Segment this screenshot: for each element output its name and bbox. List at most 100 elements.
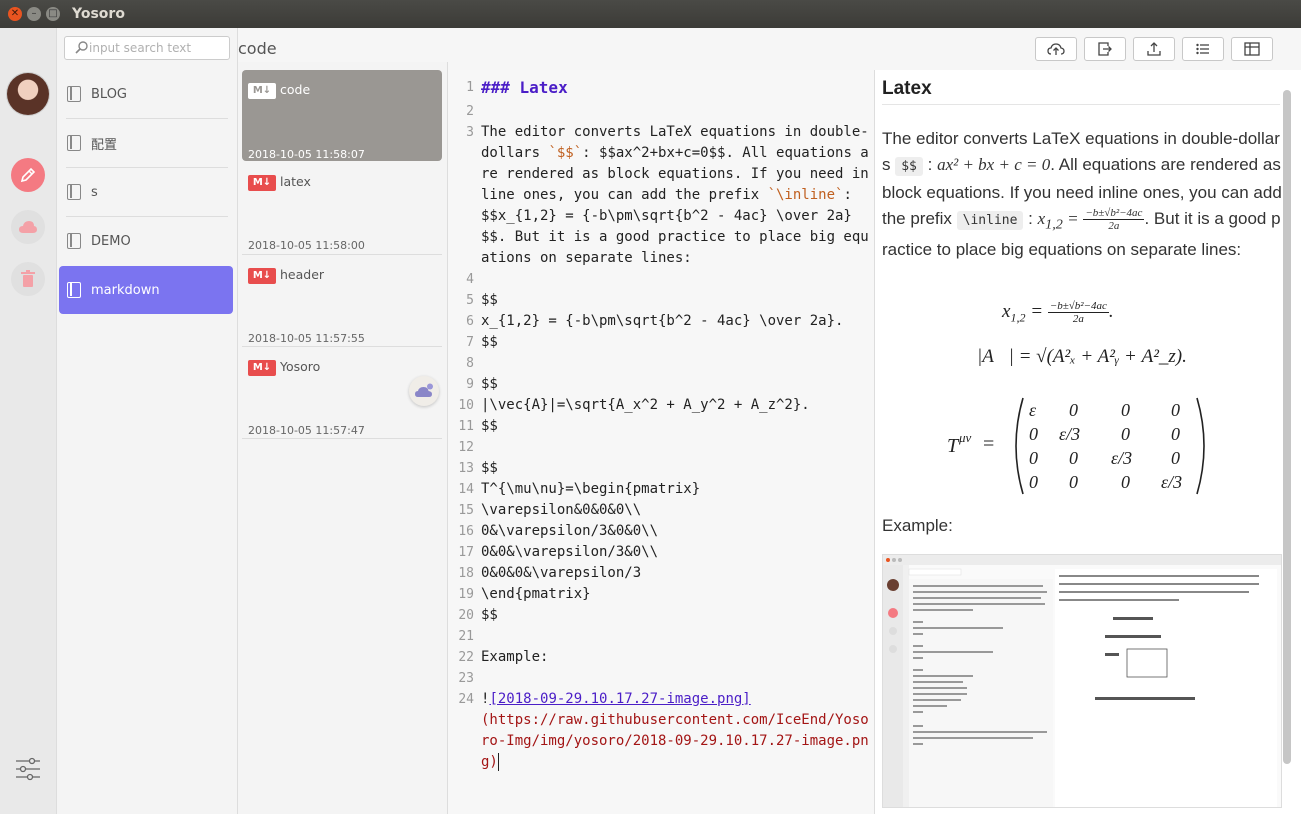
line-number: 16: [458, 524, 474, 539]
line-number: 20: [458, 608, 474, 623]
maximize-window-button[interactable]: □: [46, 7, 60, 21]
svg-text:0: 0: [1171, 424, 1180, 444]
trash-button[interactable]: [11, 262, 45, 296]
share-icon: [1147, 42, 1161, 56]
folder-item-demo[interactable]: DEMO: [59, 217, 233, 265]
cloud-button[interactable]: [11, 210, 45, 244]
svg-text:ε/3: ε/3: [1161, 472, 1182, 492]
line-number: 9: [466, 377, 474, 392]
markdown-editor[interactable]: 1 ### Latex 2 3 The editor converts LaTeX …: [448, 70, 875, 814]
line-number: 7: [466, 335, 474, 350]
line-number: 13: [458, 461, 474, 476]
list-icon: [1196, 43, 1209, 55]
line-number: 22: [458, 650, 474, 665]
line-number: 15: [458, 503, 474, 518]
note-title: latex: [280, 174, 311, 189]
search-box[interactable]: [64, 36, 231, 60]
markdown-icon: M↓: [248, 267, 276, 284]
share-button[interactable]: [1133, 37, 1175, 61]
code-line: $$: [481, 292, 498, 308]
avatar[interactable]: [7, 73, 49, 115]
example-screenshot-thumbnail: [883, 555, 1281, 807]
code-line: 0&\varepsilon/3&0&0\\: [481, 523, 659, 539]
svg-text:0: 0: [1121, 400, 1130, 420]
notebook-icon: [67, 184, 81, 200]
trash-icon: [21, 270, 35, 287]
svg-text:0: 0: [1029, 424, 1038, 444]
note-title: code: [280, 82, 311, 97]
equation-vector-norm: |A⃗| = √(A²ₓ + A²ᵧ + A²_z).: [977, 346, 1187, 367]
cloud-upload-icon: [1047, 43, 1065, 55]
code-line: $$: [481, 607, 498, 623]
line-number: 19: [458, 587, 474, 602]
note-date: 2018-10-05 11:57:47: [248, 424, 365, 437]
text-cursor: [497, 753, 499, 771]
folder-label: markdown: [91, 282, 160, 298]
note-item-header[interactable]: M↓ header 2018-10-05 11:57:55: [242, 255, 442, 346]
line-number: 1: [466, 80, 474, 95]
line-number: 8: [466, 356, 474, 371]
folder-label: BLOG: [91, 86, 128, 102]
note-item-latex[interactable]: M↓ latex 2018-10-05 11:58:00: [242, 162, 442, 254]
folder-item-markdown[interactable]: markdown: [59, 266, 233, 314]
notebook-icon: [67, 135, 81, 151]
folder-item-config[interactable]: 配置: [59, 119, 233, 167]
preview-heading: Latex: [882, 78, 932, 99]
window-title: Yosoro: [72, 6, 125, 22]
code-line: ### Latex: [481, 78, 568, 97]
minimize-window-button[interactable]: –: [27, 7, 41, 21]
folder-item-s[interactable]: s: [59, 168, 233, 216]
cloud-icon: [19, 221, 37, 233]
note-item-code[interactable]: M↓ code 2018-10-05 11:58:07: [242, 70, 442, 161]
preview-paragraph: The editor converts LaTeX equations in d…: [882, 129, 1282, 260]
toc-button[interactable]: [1182, 37, 1224, 61]
new-note-button[interactable]: [11, 158, 45, 192]
layout-icon: [1244, 42, 1260, 56]
upload-cloud-button[interactable]: [1035, 37, 1077, 61]
line-number: 6: [466, 314, 474, 329]
left-rail: [0, 28, 57, 814]
markdown-icon: M↓: [248, 174, 276, 191]
export-button[interactable]: [1084, 37, 1126, 61]
pencil-icon: [20, 167, 36, 183]
layout-button[interactable]: [1231, 37, 1273, 61]
note-date: 2018-10-05 11:58:00: [248, 239, 365, 252]
code-line: Example:: [481, 649, 549, 665]
line-number: 23: [458, 671, 474, 686]
line-number: 11: [458, 419, 474, 434]
code-line: \end{pmatrix}: [481, 586, 591, 602]
divider: [242, 438, 442, 439]
folder-label: DEMO: [91, 233, 131, 249]
notebook-icon: [67, 282, 81, 298]
search-input[interactable]: [87, 40, 231, 56]
line-number: 10: [458, 398, 474, 413]
svg-text:μν: μν: [958, 430, 972, 445]
svg-text:0: 0: [1029, 472, 1038, 492]
example-screenshot-image: [882, 554, 1282, 808]
svg-text:0: 0: [1171, 400, 1180, 420]
code-line: ![2018-09-29.10.17.27-image.png] (https:/…: [481, 691, 869, 771]
svg-text:ε: ε: [1029, 400, 1037, 420]
code-line: 0&0&0&\varepsilon/3: [481, 565, 642, 581]
markdown-preview: Latex The editor converts LaTeX equation…: [875, 70, 1301, 814]
export-icon: [1098, 42, 1112, 56]
cloud-sync-badge[interactable]: [409, 376, 439, 406]
folder-label: 配置: [91, 137, 118, 153]
code-line: 0&0&\varepsilon/3&0\\: [481, 544, 659, 560]
close-window-button[interactable]: ✕: [8, 7, 22, 21]
line-number: 18: [458, 566, 474, 581]
title-bar: ✕ – □ Yosoro: [0, 0, 1301, 28]
line-number: 21: [458, 629, 474, 644]
scroll-thumb[interactable]: [1283, 90, 1291, 764]
settings-button[interactable]: [14, 755, 42, 783]
svg-text:0: 0: [1121, 424, 1130, 444]
code-line: T^{\mu\nu}=\begin{pmatrix}: [481, 481, 701, 497]
preview-scrollbar[interactable]: [1280, 78, 1294, 808]
svg-text:0: 0: [1121, 472, 1130, 492]
svg-text:0: 0: [1069, 400, 1078, 420]
line-number: 24: [458, 692, 474, 707]
line-number: 3: [466, 125, 474, 140]
notebook-icon: [67, 86, 81, 102]
folder-item-blog[interactable]: BLOG: [59, 70, 233, 118]
svg-text:0: 0: [1171, 448, 1180, 468]
